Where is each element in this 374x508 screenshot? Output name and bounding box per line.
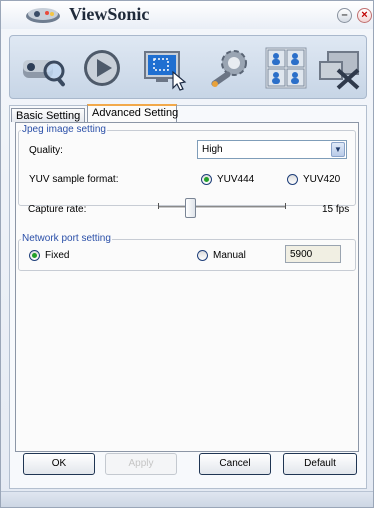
port-manual-radio[interactable] xyxy=(197,250,208,261)
jpeg-group-legend: Jpeg image setting xyxy=(21,124,107,135)
slider-tick-max xyxy=(285,203,286,209)
users-grid-icon[interactable] xyxy=(262,44,310,92)
app-window: ViewSonic – × Basic Setting Advanced Set… xyxy=(0,0,374,508)
viewsonic-logo-icon xyxy=(23,3,63,25)
quality-label: Quality: xyxy=(29,145,63,156)
ok-button[interactable]: OK xyxy=(23,453,95,475)
port-number-field[interactable]: 5900 xyxy=(285,245,341,263)
capture-rate-label: Capture rate: xyxy=(28,204,87,215)
yuv420-label[interactable]: YUV420 xyxy=(303,174,340,185)
status-bar xyxy=(1,491,373,507)
default-button[interactable]: Default xyxy=(283,453,357,475)
quality-select[interactable]: High ▼ xyxy=(197,140,347,159)
yuv444-radio[interactable] xyxy=(201,174,212,185)
quality-value: High xyxy=(202,144,223,155)
settings-gear-icon[interactable] xyxy=(206,44,254,92)
yuv-format-label: YUV sample format: xyxy=(29,174,119,185)
slider-tick-min xyxy=(158,203,159,209)
projector-search-icon[interactable] xyxy=(20,44,68,92)
tab-advanced-setting[interactable]: Advanced Setting xyxy=(87,104,178,123)
cancel-button[interactable]: Cancel xyxy=(199,453,271,475)
port-manual-label[interactable]: Manual xyxy=(213,250,246,261)
apply-button[interactable]: Apply xyxy=(105,453,177,475)
network-port-group: Network port setting Fixed Manual 5900 xyxy=(18,233,356,271)
port-fixed-radio[interactable] xyxy=(29,250,40,261)
close-button[interactable]: × xyxy=(357,8,372,23)
screen-capture-icon[interactable] xyxy=(140,44,188,92)
yuv420-radio[interactable] xyxy=(287,174,298,185)
play-icon[interactable] xyxy=(78,44,126,92)
advanced-setting-content: Jpeg image setting Quality: High ▼ YUV s… xyxy=(15,122,359,452)
network-group-legend: Network port setting xyxy=(21,233,112,244)
capture-rate-value: 15 fps xyxy=(322,204,350,215)
port-fixed-label[interactable]: Fixed xyxy=(45,250,69,261)
jpeg-image-group: Jpeg image setting Quality: High ▼ YUV s… xyxy=(18,124,356,206)
capture-rate-slider[interactable] xyxy=(158,206,286,209)
title-bar: ViewSonic – × xyxy=(1,1,373,29)
disconnect-display-icon[interactable] xyxy=(316,44,364,92)
toolbar xyxy=(9,35,367,99)
app-title: ViewSonic xyxy=(69,4,150,24)
yuv444-label[interactable]: YUV444 xyxy=(217,174,254,185)
chevron-down-icon[interactable]: ▼ xyxy=(331,142,345,157)
tab-basic-setting[interactable]: Basic Setting xyxy=(11,108,85,122)
capture-rate-slider-thumb[interactable] xyxy=(184,198,196,218)
minimize-button[interactable]: – xyxy=(337,8,352,23)
